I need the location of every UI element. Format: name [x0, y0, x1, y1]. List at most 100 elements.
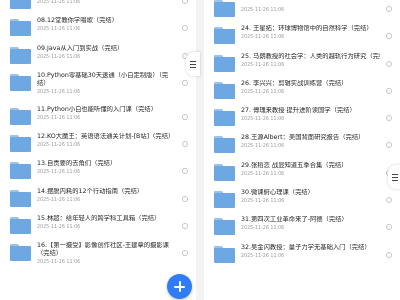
folder-icon: [10, 46, 31, 64]
folder-title: 24. 王星拓：环球博物馆中的自然科学（完结）: [241, 25, 373, 33]
select-radio[interactable]: [386, 6, 392, 12]
select-radio[interactable]: [386, 142, 392, 149]
select-radio[interactable]: [386, 87, 392, 94]
folder-date: 2025-11-26 11:06: [241, 253, 285, 259]
folder-icon: [10, 0, 31, 9]
left-list: 2025-11-26 11:06 08.12堂教你学唱歌（完结） 2025-11-2…: [0, 0, 196, 273]
folder-title: 15.林超：给年轻人的跨学科工具箱（完结）: [37, 215, 161, 223]
menu-icon: [190, 60, 196, 68]
folder-row[interactable]: 2025-11-26 11:06: [204, 0, 400, 22]
select-radio[interactable]: [182, 79, 188, 86]
folder-row[interactable]: 13.自责要的去角们（完结） 2025-11-26 11:06: [0, 157, 196, 184]
folder-date: 2025-11-26 11:06: [37, 197, 81, 203]
folder-icon: [214, 191, 235, 209]
side-menu-handle[interactable]: [186, 52, 200, 76]
folder-date: 2025-11-26 11:06: [241, 62, 285, 68]
menu-icon: [392, 173, 398, 181]
folder-date: 2025-11-26 11:06: [37, 89, 81, 95]
folder-title: 16.【第一摄受】影像创作社区-王建章的摄影课（完结）: [37, 242, 169, 258]
folder-title: 12.KO大魔王：英语语法通关计划-[B站]（完结）: [37, 133, 175, 141]
folder-icon: [10, 244, 31, 262]
select-radio[interactable]: [182, 195, 188, 202]
folder-title: 27. 傅瑰来教授 提升进阶读国学（完结）: [241, 107, 356, 115]
folder-title: 14.摆脱内耗的12个行动指南（完结）: [37, 187, 144, 195]
folder-row[interactable]: 32.吴金闪教授：量子力学无基础入门（完结） 2025-11-26 11:06: [204, 241, 400, 268]
folder-row[interactable]: 31.第四次工业革命来了-阿德（完结） 2025-11-26 11:06: [204, 213, 400, 240]
folder-row[interactable]: 29.张稻恋 战显知道五季合集（完结） 2025-11-26 11:06: [204, 159, 400, 186]
folder-date: 2025-11-26 11:06: [241, 144, 285, 150]
folder-date: 2025-11-26 11:06: [37, 260, 81, 266]
folder-row[interactable]: 28.王源Albert：美国背面研究报告（完结） 2025-11-26 11:06: [204, 131, 400, 158]
folder-row[interactable]: 10.Python零基础30天速通（小白定制版）（完结） 2025-11-26 1…: [0, 69, 196, 103]
plus-icon: [174, 281, 185, 292]
folder-row[interactable]: 08.12堂教你学唱歌（完结） 2025-11-26 11:06: [0, 14, 196, 41]
folder-icon: [214, 27, 235, 45]
select-radio[interactable]: [182, 113, 188, 120]
select-radio[interactable]: [182, 250, 188, 257]
folder-row[interactable]: 30.微课俯心理课（完结） 2025-11-26 11:06: [204, 186, 400, 213]
right-list: 2025-11-26 11:06 24. 王星拓：环球博物馆中的自然科学（完结） 2…: [204, 0, 400, 268]
folder-date: 2025-11-26 11:06: [241, 8, 285, 13]
folder-icon: [10, 73, 31, 91]
folder-date: 2025-11-26 11:06: [241, 117, 285, 123]
folder-title: 25. 马朗教授的社会学：人类的越轨行为研究（完结）: [241, 52, 380, 60]
folder-title: 13.自责要的去角们（完结）: [37, 160, 117, 168]
folder-date: 2025-11-26 11:06: [37, 115, 81, 121]
select-radio[interactable]: [182, 223, 188, 230]
folder-row[interactable]: 2025-11-26 11:06: [0, 0, 196, 14]
folder-title: 32.吴金闪教授：量子力学无基础入门（完结）: [241, 243, 371, 251]
folder-row[interactable]: 09.Java从入门到实战（完结） 2025-11-26 11:06: [0, 42, 196, 69]
folder-row[interactable]: 16.【第一摄受】影像创作社区-王建章的摄影课（完结） 2025-11-26 11…: [0, 239, 196, 273]
folder-title: 11.Python小白也能听懂的入门课（完结）: [37, 105, 157, 113]
folder-icon: [214, 163, 235, 181]
select-radio[interactable]: [386, 251, 392, 258]
folder-icon: [10, 135, 31, 153]
select-radio[interactable]: [386, 224, 392, 231]
folder-date: 2025-11-26 11:06: [241, 199, 285, 205]
file-browser: 2025-11-26 11:06 08.12堂教你学唱歌（完结） 2025-11-2…: [0, 0, 400, 300]
folder-row[interactable]: 14.摆脱内耗的12个行动指南（完结） 2025-11-26 11:06: [0, 185, 196, 212]
folder-icon: [214, 109, 235, 127]
folder-icon: [214, 81, 235, 99]
right-file-list[interactable]: 2025-11-26 11:06 24. 王星拓：环球博物馆中的自然科学（完结） 2…: [204, 0, 400, 300]
select-radio[interactable]: [182, 0, 188, 4]
folder-date: 2025-11-26 11:06: [241, 171, 285, 177]
folder-row[interactable]: 25. 马朗教授的社会学：人类的越轨行为研究（完结） 2025-11-26 11:…: [204, 50, 400, 77]
folder-date: 2025-11-26 11:06: [37, 225, 81, 231]
select-radio[interactable]: [386, 115, 392, 122]
folder-row[interactable]: 15.林超：给年轻人的跨学科工具箱（完结） 2025-11-26 11:06: [0, 212, 196, 239]
folder-icon: [10, 107, 31, 125]
add-button[interactable]: [167, 274, 192, 299]
folder-date: 2025-11-26 11:06: [37, 0, 81, 5]
select-radio[interactable]: [182, 141, 188, 148]
folder-date: 2025-11-26 11:06: [241, 89, 285, 95]
folder-row[interactable]: 11.Python小白也能听懂的入门课（完结） 2025-11-26 11:06: [0, 103, 196, 130]
select-radio[interactable]: [386, 197, 392, 204]
select-radio[interactable]: [182, 25, 188, 32]
select-radio[interactable]: [182, 168, 188, 175]
folder-row[interactable]: 26. 李兴兴：剪辑实战训练营（完结） 2025-11-26 11:06: [204, 77, 400, 104]
folder-icon: [10, 217, 31, 235]
folder-title: 08.12堂教你学唱歌（完结）: [37, 17, 118, 25]
folder-icon: [10, 189, 31, 207]
folder-date: 2025-11-26 11:06: [37, 143, 81, 149]
folder-icon: [214, 245, 235, 263]
side-menu-handle-right[interactable]: [388, 165, 400, 189]
select-radio[interactable]: [386, 33, 392, 40]
folder-title: 09.Java从入门到实战（完结）: [37, 44, 124, 52]
folder-row[interactable]: 12.KO大魔王：英语语法通关计划-[B站]（完结） 2025-11-26 11:…: [0, 130, 196, 157]
folder-row[interactable]: 27. 傅瑰来教授 提升进阶读国学（完结） 2025-11-26 11:06: [204, 104, 400, 131]
folder-title: 10.Python零基础30天速通（小白定制版）（完结）: [37, 71, 169, 87]
folder-icon: [10, 162, 31, 180]
select-radio[interactable]: [386, 60, 392, 67]
folder-title: 30.微课俯心理课（完结）: [241, 189, 314, 197]
folder-date: 2025-11-26 11:06: [241, 35, 285, 41]
left-file-list[interactable]: 2025-11-26 11:06 08.12堂教你学唱歌（完结） 2025-11-2…: [0, 0, 196, 300]
folder-row[interactable]: 24. 王星拓：环球博物馆中的自然科学（完结） 2025-11-26 11:06: [204, 22, 400, 49]
folder-date: 2025-11-26 11:06: [37, 27, 81, 33]
folder-date: 2025-11-26 11:06: [37, 54, 81, 60]
folder-title: 31.第四次工业革命来了-阿德（完结）: [241, 216, 348, 224]
folder-title: 28.王源Albert：美国背面研究报告（完结）: [241, 134, 365, 142]
folder-date: 2025-11-26 11:06: [241, 226, 285, 232]
folder-date: 2025-11-26 11:06: [37, 170, 81, 176]
